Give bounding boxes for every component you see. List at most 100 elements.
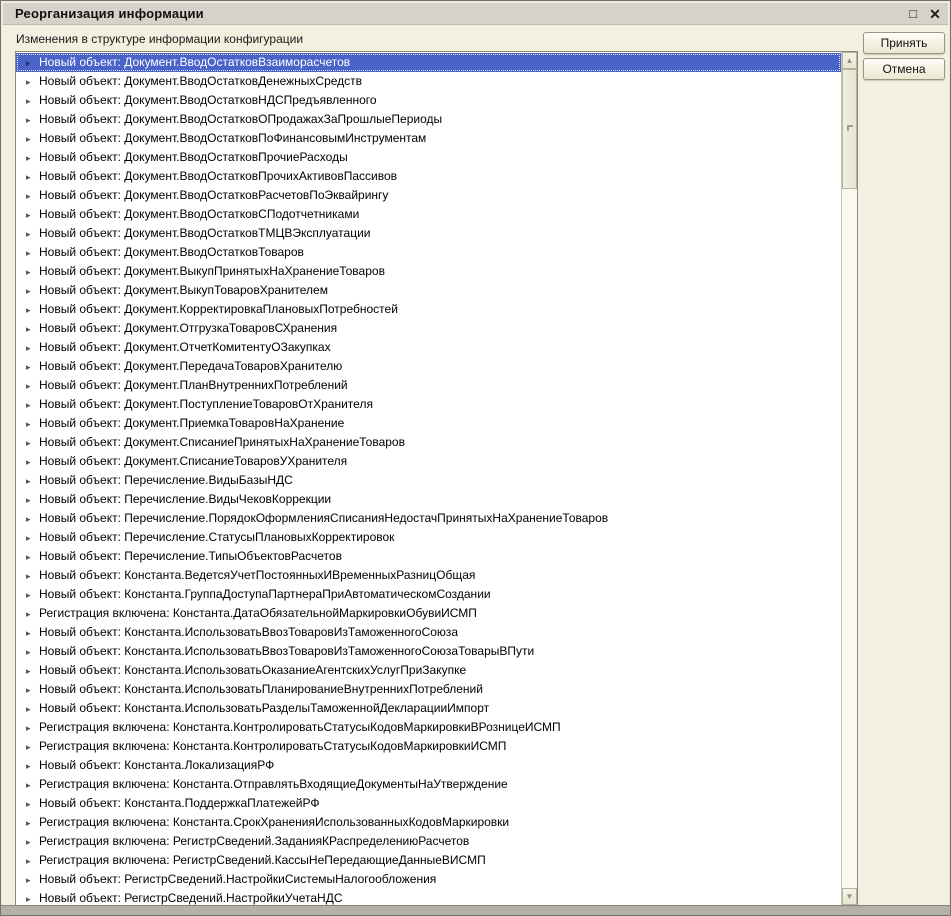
expand-arrow-icon[interactable]: ▸ (26, 111, 39, 129)
list-item[interactable]: ▸ Новый объект: Константа.ЛокализацияРФ (16, 756, 841, 775)
expand-arrow-icon[interactable]: ▸ (26, 852, 39, 870)
expand-arrow-icon[interactable]: ▸ (26, 719, 39, 737)
expand-arrow-icon[interactable]: ▸ (26, 776, 39, 794)
expand-arrow-icon[interactable]: ▸ (26, 168, 39, 186)
list-item[interactable]: ▸ Регистрация включена: Константа.Контрол… (16, 737, 841, 756)
list-item[interactable]: ▸ Новый объект: Константа.ИспользоватьВво… (16, 623, 841, 642)
expand-arrow-icon[interactable]: ▸ (26, 605, 39, 623)
expand-arrow-icon[interactable]: ▸ (26, 795, 39, 813)
expand-arrow-icon[interactable]: ▸ (26, 206, 39, 224)
list-item[interactable]: ▸ Новый объект: Документ.ВводОстатковПроч… (16, 148, 841, 167)
list-item[interactable]: ▸ Новый объект: Документ.ПриемкаТоваровНа… (16, 414, 841, 433)
list-item[interactable]: ▸ Регистрация включена: Константа.ДатаОбя… (16, 604, 841, 623)
list-item[interactable]: ▸ Регистрация включена: РегистрСведений.К… (16, 851, 841, 870)
list-item[interactable]: ▸ Новый объект: Документ.ВводОстатковРасч… (16, 186, 841, 205)
close-icon[interactable]: ✕ (926, 5, 944, 23)
expand-arrow-icon[interactable]: ▸ (26, 73, 39, 91)
expand-arrow-icon[interactable]: ▸ (26, 624, 39, 642)
expand-arrow-icon[interactable]: ▸ (26, 396, 39, 414)
list-item[interactable]: ▸ Новый объект: Документ.ВыкупТоваровХран… (16, 281, 841, 300)
list-item[interactable]: ▸ Новый объект: Документ.ПоступлениеТовар… (16, 395, 841, 414)
expand-arrow-icon[interactable]: ▸ (26, 833, 39, 851)
list-item[interactable]: ▸ Новый объект: Перечисление.ВидыБазыНДС (16, 471, 841, 490)
list-item[interactable]: ▸ Новый объект: Перечисление.ПорядокОформ… (16, 509, 841, 528)
list-item[interactable]: ▸ Новый объект: РегистрСведений.Настройки… (16, 870, 841, 889)
accept-button[interactable]: Принять (863, 32, 945, 54)
expand-arrow-icon[interactable]: ▸ (26, 472, 39, 490)
expand-arrow-icon[interactable]: ▸ (26, 282, 39, 300)
expand-arrow-icon[interactable]: ▸ (26, 814, 39, 832)
expand-arrow-icon[interactable]: ▸ (26, 130, 39, 148)
list-item[interactable]: ▸ Новый объект: Документ.ОтчетКомитентуОЗ… (16, 338, 841, 357)
list-item[interactable]: ▸ Новый объект: Константа.ИспользоватьПла… (16, 680, 841, 699)
list-item[interactable]: ▸ Новый объект: Документ.ВводОстатковОПро… (16, 110, 841, 129)
list-item[interactable]: ▸ Новый объект: Перечисление.ВидыЧековКор… (16, 490, 841, 509)
list-item[interactable]: ▸ Новый объект: Перечисление.ТипыОбъектов… (16, 547, 841, 566)
expand-arrow-icon[interactable]: ▸ (26, 92, 39, 110)
expand-arrow-icon[interactable]: ▸ (26, 567, 39, 585)
list-item[interactable]: ▸ Регистрация включена: РегистрСведений.З… (16, 832, 841, 851)
expand-arrow-icon[interactable]: ▸ (26, 415, 39, 433)
expand-arrow-icon[interactable]: ▸ (26, 301, 39, 319)
vertical-scrollbar[interactable]: ▲ ▼ (841, 52, 857, 905)
expand-arrow-icon[interactable]: ▸ (26, 434, 39, 452)
expand-arrow-icon[interactable]: ▸ (26, 510, 39, 528)
list-item[interactable]: ▸ Новый объект: Перечисление.СтатусыПлано… (16, 528, 841, 547)
list-item[interactable]: ▸ Новый объект: Константа.ИспользоватьВво… (16, 642, 841, 661)
expand-arrow-icon[interactable]: ▸ (26, 244, 39, 262)
list-item[interactable]: ▸ Новый объект: Документ.КорректировкаПла… (16, 300, 841, 319)
expand-arrow-icon[interactable]: ▸ (26, 339, 39, 357)
list-item[interactable]: ▸ Новый объект: Константа.ГруппаДоступаПа… (16, 585, 841, 604)
list-item[interactable]: ▸ Новый объект: Документ.ВводОстатковДене… (16, 72, 841, 91)
list-item[interactable]: ▸ Регистрация включена: Константа.СрокХра… (16, 813, 841, 832)
list-item[interactable]: ▸ Новый объект: Документ.ВводОстатковСПод… (16, 205, 841, 224)
list-item[interactable]: ▸ Регистрация включена: Константа.Отправл… (16, 775, 841, 794)
expand-arrow-icon[interactable]: ▸ (26, 149, 39, 167)
list-item[interactable]: ▸ Новый объект: Константа.ВедетсяУчетПост… (16, 566, 841, 585)
list-item[interactable]: ▸ Регистрация включена: Константа.Контрол… (16, 718, 841, 737)
list-item[interactable]: ▸ Новый объект: Документ.ОтгрузкаТоваровС… (16, 319, 841, 338)
expand-arrow-icon[interactable]: ▸ (26, 738, 39, 756)
list-item[interactable]: ▸ Новый объект: Документ.ВводОстатковНДСП… (16, 91, 841, 110)
cancel-button[interactable]: Отмена (863, 58, 945, 80)
expand-arrow-icon[interactable]: ▸ (26, 187, 39, 205)
expand-arrow-icon[interactable]: ▸ (26, 358, 39, 376)
scroll-up-icon[interactable]: ▲ (842, 52, 857, 69)
expand-arrow-icon[interactable]: ▸ (26, 700, 39, 718)
expand-arrow-icon[interactable]: ▸ (26, 529, 39, 547)
change-list: ▸ Новый объект: Документ.ВводОстатковВзаи… (16, 53, 841, 905)
list-item[interactable]: ▸ Новый объект: Документ.ПланВнутреннихПо… (16, 376, 841, 395)
expand-arrow-icon[interactable]: ▸ (26, 491, 39, 509)
list-item[interactable]: ▸ Новый объект: Документ.СписаниеПринятых… (16, 433, 841, 452)
list-item[interactable]: ▸ Новый объект: Документ.ВводОстатковПроч… (16, 167, 841, 186)
list-item[interactable]: ▸ Новый объект: РегистрСведений.Настройки… (16, 889, 841, 905)
expand-arrow-icon[interactable]: ▸ (26, 871, 39, 889)
expand-arrow-icon[interactable]: ▸ (26, 890, 39, 905)
list-item[interactable]: ▸ Новый объект: Документ.ВводОстатковТМЦВ… (16, 224, 841, 243)
list-item[interactable]: ▸ Новый объект: Документ.ВводОстатковТова… (16, 243, 841, 262)
maximize-icon[interactable]: □ (904, 5, 922, 23)
list-item[interactable]: ▸ Новый объект: Документ.ВводОстатковПоФи… (16, 129, 841, 148)
expand-arrow-icon[interactable]: ▸ (26, 586, 39, 604)
expand-arrow-icon[interactable]: ▸ (26, 548, 39, 566)
scrollbar-thumb[interactable] (842, 69, 857, 189)
title-bar[interactable]: Реорганизация информации □ ✕ (3, 3, 948, 25)
expand-arrow-icon[interactable]: ▸ (26, 320, 39, 338)
expand-arrow-icon[interactable]: ▸ (26, 643, 39, 661)
list-item[interactable]: ▸ Новый объект: Документ.СписаниеТоваровУ… (16, 452, 841, 471)
expand-arrow-icon[interactable]: ▸ (26, 377, 39, 395)
expand-arrow-icon[interactable]: ▸ (26, 453, 39, 471)
expand-arrow-icon[interactable]: ▸ (26, 225, 39, 243)
list-item[interactable]: ▸ Новый объект: Документ.ВыкупПринятыхНаХ… (16, 262, 841, 281)
list-item[interactable]: ▸ Новый объект: Документ.ПередачаТоваровХ… (16, 357, 841, 376)
expand-arrow-icon[interactable]: ▸ (26, 681, 39, 699)
list-item[interactable]: ▸ Новый объект: Константа.ПоддержкаПлатеж… (16, 794, 841, 813)
list-item[interactable]: ▸ Новый объект: Константа.ИспользоватьОка… (16, 661, 841, 680)
scroll-down-icon[interactable]: ▼ (842, 888, 857, 905)
expand-arrow-icon[interactable]: ▸ (26, 662, 39, 680)
expand-arrow-icon[interactable]: ▸ (26, 757, 39, 775)
list-item[interactable]: ▸ Новый объект: Константа.ИспользоватьРаз… (16, 699, 841, 718)
list-item[interactable]: ▸ Новый объект: Документ.ВводОстатковВзаи… (16, 53, 841, 72)
expand-arrow-icon[interactable]: ▸ (26, 54, 39, 72)
expand-arrow-icon[interactable]: ▸ (26, 263, 39, 281)
